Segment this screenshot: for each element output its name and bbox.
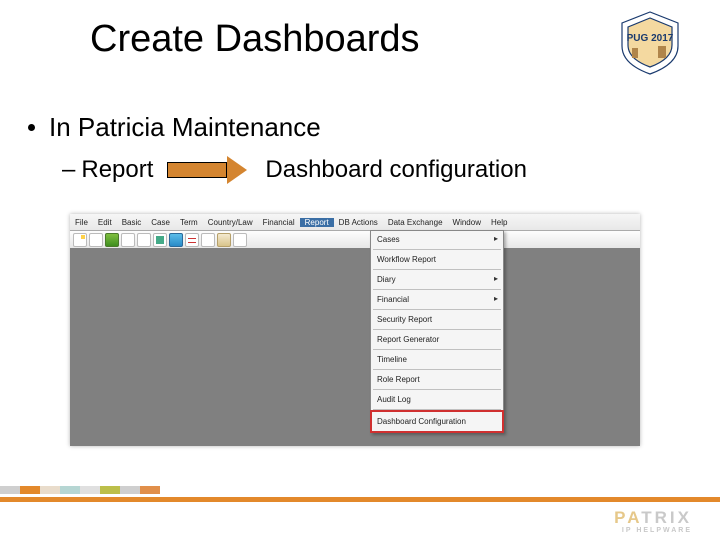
menu-item-workflow-report[interactable]: Workflow Report bbox=[371, 251, 503, 268]
menu-country-law[interactable]: Country/Law bbox=[203, 218, 258, 227]
menu-item-timeline[interactable]: Timeline bbox=[371, 351, 503, 368]
toolbar-icon[interactable] bbox=[121, 233, 135, 247]
stripe bbox=[100, 486, 120, 494]
menu-window[interactable]: Window bbox=[448, 218, 486, 227]
menu-data-exchange[interactable]: Data Exchange bbox=[383, 218, 448, 227]
color-stripes bbox=[0, 486, 160, 494]
arrow-icon bbox=[167, 156, 247, 184]
stripe bbox=[120, 486, 140, 494]
menu-item-diary[interactable]: Diary bbox=[371, 271, 503, 288]
bullet-dot-icon bbox=[28, 124, 35, 131]
menu-item-cases[interactable]: Cases bbox=[371, 231, 503, 248]
svg-text:PUG 2017: PUG 2017 bbox=[627, 33, 674, 44]
toolbar-open-icon[interactable] bbox=[89, 233, 103, 247]
toolbar-new-icon[interactable] bbox=[73, 233, 87, 247]
menu-help[interactable]: Help bbox=[486, 218, 512, 227]
bullet2-right-text: Dashboard configuration bbox=[265, 156, 527, 184]
toolbar-save-icon[interactable] bbox=[105, 233, 119, 247]
bullet2-left-text: Report bbox=[81, 156, 153, 184]
toolbar-icon[interactable] bbox=[217, 233, 231, 247]
menu-item-audit-log[interactable]: Audit Log bbox=[371, 391, 503, 408]
toolbar-icon[interactable] bbox=[233, 233, 247, 247]
toolbar-icon[interactable] bbox=[201, 233, 215, 247]
menubar: FileEditBasicCaseTermCountry/LawFinancia… bbox=[70, 214, 640, 231]
slide-title: Create Dashboards bbox=[90, 18, 420, 61]
bullet-level-2: – Report Dashboard configuration bbox=[62, 156, 527, 184]
menu-edit[interactable]: Edit bbox=[93, 218, 117, 227]
stripe bbox=[60, 486, 80, 494]
stripe bbox=[40, 486, 60, 494]
footer-brand: PATRIX IP HELPWARE bbox=[614, 509, 692, 534]
toolbar-icon[interactable] bbox=[137, 233, 151, 247]
bullet-level-1: In Patricia Maintenance bbox=[28, 112, 321, 143]
stripe bbox=[80, 486, 100, 494]
report-menu-dropdown: Cases Workflow Report Diary Financial Securi… bbox=[370, 230, 504, 433]
menu-financial[interactable]: Financial bbox=[258, 218, 300, 227]
stripe bbox=[20, 486, 40, 494]
menu-db-actions[interactable]: DB Actions bbox=[334, 218, 383, 227]
toolbar-globe-icon[interactable] bbox=[169, 233, 183, 247]
toolbar-calendar-icon[interactable] bbox=[185, 233, 199, 247]
toolbar-icon[interactable] bbox=[153, 233, 167, 247]
menu-report[interactable]: Report bbox=[300, 218, 334, 227]
menu-case[interactable]: Case bbox=[146, 218, 175, 227]
menu-item-security-report[interactable]: Security Report bbox=[371, 311, 503, 328]
menu-term[interactable]: Term bbox=[175, 218, 203, 227]
event-logo: PUG 2017 bbox=[610, 8, 690, 78]
menu-basic[interactable]: Basic bbox=[117, 218, 147, 227]
stripe bbox=[0, 486, 20, 494]
stripe bbox=[140, 486, 160, 494]
menu-file[interactable]: File bbox=[70, 218, 93, 227]
menu-item-role-report[interactable]: Role Report bbox=[371, 371, 503, 388]
menu-item-financial[interactable]: Financial bbox=[371, 291, 503, 308]
orange-divider bbox=[0, 497, 720, 502]
workspace-area bbox=[70, 248, 640, 446]
bullet-dash-icon: – bbox=[62, 156, 75, 184]
app-screenshot: FileEditBasicCaseTermCountry/LawFinancia… bbox=[70, 214, 640, 446]
menu-item-dashboard-configuration[interactable]: Dashboard Configuration bbox=[371, 411, 503, 432]
menu-item-report-generator[interactable]: Report Generator bbox=[371, 331, 503, 348]
